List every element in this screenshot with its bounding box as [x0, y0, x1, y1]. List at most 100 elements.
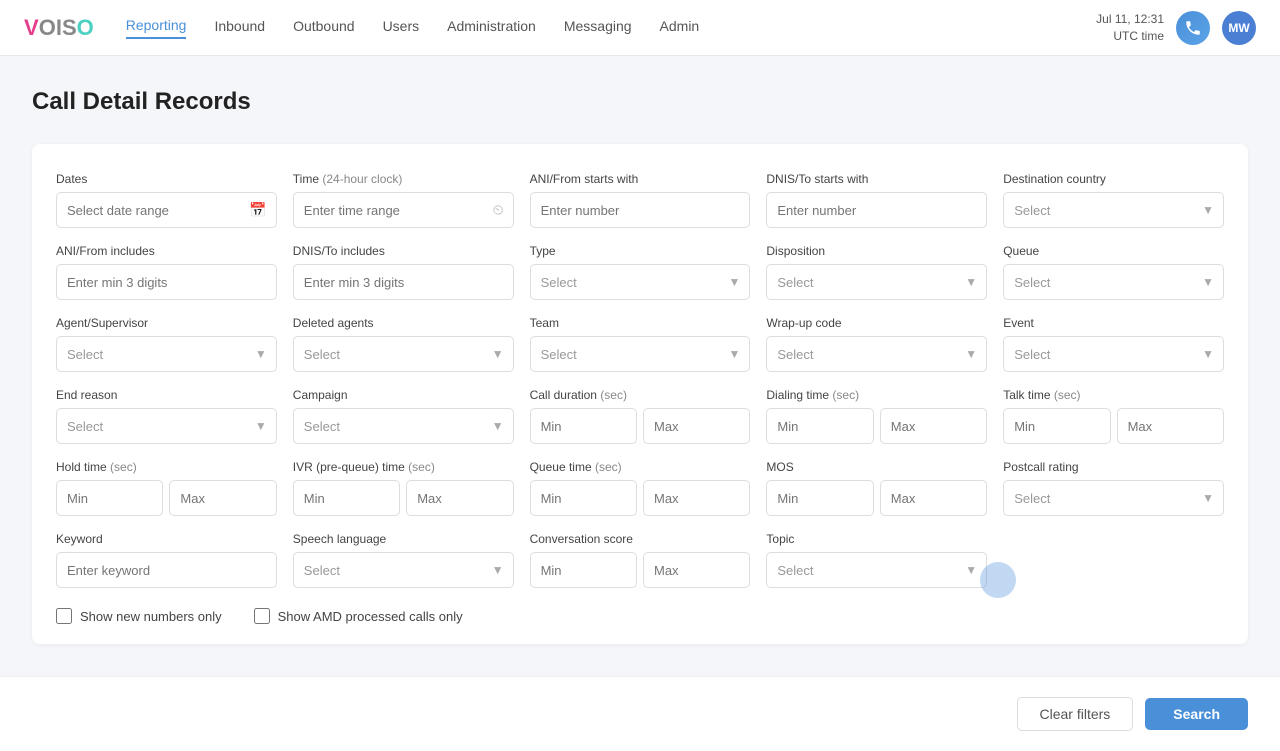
end-reason-wrapper: Select ▼ — [56, 408, 277, 444]
topic-select[interactable]: Select — [766, 552, 987, 588]
call-duration-max[interactable] — [643, 408, 750, 444]
deleted-agents-label: Deleted agents — [293, 316, 514, 330]
nav-admin[interactable]: Admin — [660, 18, 700, 38]
dates-label: Dates — [56, 172, 277, 186]
agent-supervisor-wrapper: Select ▼ — [56, 336, 277, 372]
field-empty — [1003, 532, 1224, 588]
filter-row-3: Agent/Supervisor Select ▼ Deleted agents… — [56, 316, 1224, 372]
field-campaign: Campaign Select ▼ — [293, 388, 514, 444]
end-reason-select[interactable]: Select — [56, 408, 277, 444]
hold-time-label: Hold time (sec) — [56, 460, 277, 474]
ivr-time-label: IVR (pre-queue) time (sec) — [293, 460, 514, 474]
team-label: Team — [530, 316, 751, 330]
field-keyword: Keyword — [56, 532, 277, 588]
ani-from-input[interactable] — [530, 192, 751, 228]
hold-time-min[interactable] — [56, 480, 163, 516]
wrapup-wrapper: Select ▼ — [766, 336, 987, 372]
nav-users[interactable]: Users — [383, 18, 420, 38]
show-amd-checkbox[interactable] — [254, 608, 270, 624]
phone-button[interactable] — [1176, 11, 1210, 45]
campaign-wrapper: Select ▼ — [293, 408, 514, 444]
dialing-time-max[interactable] — [880, 408, 987, 444]
disposition-select[interactable]: Select — [766, 264, 987, 300]
event-wrapper: Select ▼ — [1003, 336, 1224, 372]
navbar: V O I S O Reporting Inbound Outbound Use… — [0, 0, 1280, 56]
bottom-bar: Clear filters Search — [0, 676, 1280, 751]
show-amd-label: Show AMD processed calls only — [278, 609, 463, 624]
speech-lang-wrapper: Select ▼ — [293, 552, 514, 588]
dnis-includes-input[interactable] — [293, 264, 514, 300]
mos-min[interactable] — [766, 480, 873, 516]
field-wrapup: Wrap-up code Select ▼ — [766, 316, 987, 372]
talk-time-label: Talk time (sec) — [1003, 388, 1224, 402]
nav-messaging[interactable]: Messaging — [564, 18, 632, 38]
nav-reporting[interactable]: Reporting — [126, 17, 187, 39]
dest-country-select[interactable]: Select — [1003, 192, 1224, 228]
field-call-duration: Call duration (sec) — [530, 388, 751, 444]
end-reason-label: End reason — [56, 388, 277, 402]
field-ani-includes: ANI/From includes — [56, 244, 277, 300]
dialing-time-label: Dialing time (sec) — [766, 388, 987, 402]
nav-right: Jul 11, 12:31 UTC time MW — [1096, 11, 1256, 45]
field-topic: Topic Select ▼ — [766, 532, 987, 588]
ani-includes-label: ANI/From includes — [56, 244, 277, 258]
field-ani-from: ANI/From starts with — [530, 172, 751, 228]
topic-label: Topic — [766, 532, 987, 546]
nav-administration[interactable]: Administration — [447, 18, 536, 38]
mos-max[interactable] — [880, 480, 987, 516]
field-ivr-time: IVR (pre-queue) time (sec) — [293, 460, 514, 516]
ani-includes-input[interactable] — [56, 264, 277, 300]
deleted-agents-wrapper: Select ▼ — [293, 336, 514, 372]
field-conv-score: Conversation score — [530, 532, 751, 588]
talk-time-max[interactable] — [1117, 408, 1224, 444]
disposition-label: Disposition — [766, 244, 987, 258]
conv-score-min[interactable] — [530, 552, 637, 588]
disposition-wrapper: Select ▼ — [766, 264, 987, 300]
call-duration-min[interactable] — [530, 408, 637, 444]
campaign-select[interactable]: Select — [293, 408, 514, 444]
dnis-to-input[interactable] — [766, 192, 987, 228]
keyword-label: Keyword — [56, 532, 277, 546]
field-disposition: Disposition Select ▼ — [766, 244, 987, 300]
queue-time-label: Queue time (sec) — [530, 460, 751, 474]
hold-time-max[interactable] — [169, 480, 276, 516]
dnis-to-label: DNIS/To starts with — [766, 172, 987, 186]
time-input[interactable] — [293, 192, 514, 228]
speech-lang-select[interactable]: Select — [293, 552, 514, 588]
time-input-wrapper: ⏲ — [293, 192, 514, 228]
avatar[interactable]: MW — [1222, 11, 1256, 45]
clear-filters-button[interactable]: Clear filters — [1017, 697, 1134, 731]
keyword-input[interactable] — [56, 552, 277, 588]
postcall-select[interactable]: Select — [1003, 480, 1224, 516]
call-duration-minmax — [530, 408, 751, 444]
show-new-numbers-item[interactable]: Show new numbers only — [56, 608, 222, 624]
agent-supervisor-label: Agent/Supervisor — [56, 316, 277, 330]
agent-supervisor-select[interactable]: Select — [56, 336, 277, 372]
nav-inbound[interactable]: Inbound — [214, 18, 265, 38]
team-select[interactable]: Select — [530, 336, 751, 372]
event-label: Event — [1003, 316, 1224, 330]
show-new-numbers-checkbox[interactable] — [56, 608, 72, 624]
show-amd-item[interactable]: Show AMD processed calls only — [254, 608, 463, 624]
search-button[interactable]: Search — [1145, 698, 1248, 730]
deleted-agents-select[interactable]: Select — [293, 336, 514, 372]
event-select[interactable]: Select — [1003, 336, 1224, 372]
nav-outbound[interactable]: Outbound — [293, 18, 355, 38]
queue-time-max[interactable] — [643, 480, 750, 516]
logo[interactable]: V O I S O — [24, 15, 94, 41]
dates-input[interactable] — [56, 192, 277, 228]
field-mos: MOS — [766, 460, 987, 516]
ivr-time-max[interactable] — [406, 480, 513, 516]
wrapup-select[interactable]: Select — [766, 336, 987, 372]
talk-time-min[interactable] — [1003, 408, 1110, 444]
field-end-reason: End reason Select ▼ — [56, 388, 277, 444]
ivr-time-min[interactable] — [293, 480, 400, 516]
queue-select[interactable]: Select — [1003, 264, 1224, 300]
type-select[interactable]: Select — [530, 264, 751, 300]
conv-score-max[interactable] — [643, 552, 750, 588]
dialing-time-min[interactable] — [766, 408, 873, 444]
campaign-label: Campaign — [293, 388, 514, 402]
ivr-time-minmax — [293, 480, 514, 516]
field-agent-supervisor: Agent/Supervisor Select ▼ — [56, 316, 277, 372]
queue-time-min[interactable] — [530, 480, 637, 516]
